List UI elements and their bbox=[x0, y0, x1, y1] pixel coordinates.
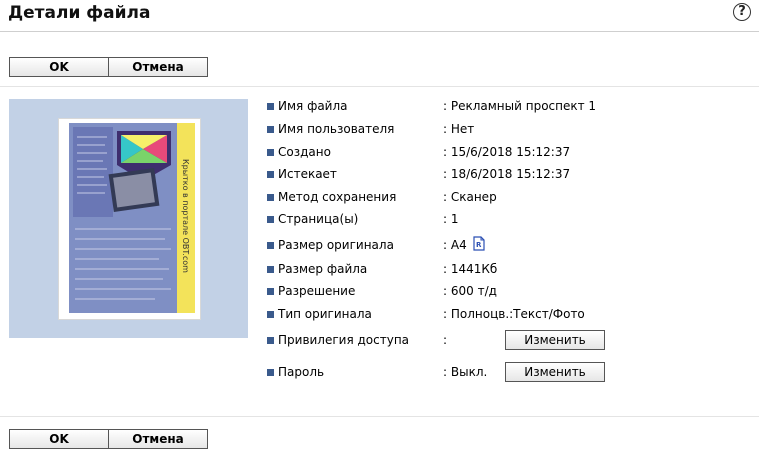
detail-row-user-name: Имя пользователя : Нет bbox=[267, 122, 474, 136]
detail-label: Метод сохранения bbox=[278, 190, 397, 204]
bullet-icon bbox=[267, 368, 274, 376]
detail-value: : Нет bbox=[443, 122, 475, 136]
detail-row-password: Пароль : Выкл. bbox=[267, 365, 487, 379]
svg-text:R: R bbox=[476, 241, 482, 249]
bullet-icon bbox=[267, 215, 274, 223]
change-access-button[interactable]: Изменить bbox=[505, 330, 605, 350]
bullet-icon bbox=[267, 193, 274, 201]
bottom-divider bbox=[0, 416, 759, 417]
detail-row-resolution: Разрешение : 600 т/д bbox=[267, 284, 497, 298]
bullet-icon bbox=[267, 125, 274, 133]
detail-value: : Сканер bbox=[443, 190, 497, 204]
detail-label: Имя файла bbox=[278, 99, 348, 113]
bullet-icon bbox=[267, 265, 274, 273]
detail-row-original-size: Размер оригинала : A4 R bbox=[267, 236, 485, 254]
detail-label: Страница(ы) bbox=[278, 212, 359, 226]
detail-row-file-name: Имя файла : Рекламный проспект 1 bbox=[267, 99, 596, 113]
detail-row-file-size: Размер файла : 1441Кб bbox=[267, 262, 497, 276]
detail-value: : Рекламный проспект 1 bbox=[443, 99, 597, 113]
top-divider bbox=[0, 31, 759, 32]
bullet-icon bbox=[267, 170, 274, 178]
ok-button[interactable]: OK bbox=[9, 429, 109, 449]
detail-value: : 1 bbox=[443, 212, 459, 226]
detail-label: Пароль bbox=[278, 365, 325, 379]
cancel-button[interactable]: Отмена bbox=[108, 57, 208, 77]
bullet-icon bbox=[267, 241, 274, 249]
detail-row-created: Создано : 15/6/2018 15:12:37 bbox=[267, 145, 570, 159]
detail-value: : 1441Кб bbox=[443, 262, 498, 276]
bullet-icon bbox=[267, 148, 274, 156]
portrait-document-icon: R bbox=[473, 236, 485, 254]
thumbnail-image: Крытко в портале OBT.com bbox=[59, 119, 200, 319]
bottom-button-bar: OK Отмена bbox=[9, 429, 208, 449]
section-divider bbox=[0, 86, 759, 87]
change-password-button[interactable]: Изменить bbox=[505, 362, 605, 382]
detail-value: : Полноцв.:Текст/Фото bbox=[443, 307, 585, 321]
bullet-icon bbox=[267, 336, 274, 344]
page-thumbnail: Крытко в портале OBT.com bbox=[58, 118, 201, 320]
detail-value: : 15/6/2018 15:12:37 bbox=[443, 145, 571, 159]
detail-label: Создано bbox=[278, 145, 331, 159]
bullet-icon bbox=[267, 287, 274, 295]
detail-value: : bbox=[443, 333, 448, 347]
detail-value: : Выкл. bbox=[443, 365, 488, 379]
top-button-bar: OK Отмена bbox=[9, 57, 208, 77]
detail-row-original-type: Тип оригинала : Полноцв.:Текст/Фото bbox=[267, 307, 585, 321]
detail-label: Размер оригинала bbox=[278, 238, 394, 252]
page-title: Детали файла bbox=[8, 3, 151, 23]
bullet-icon bbox=[267, 102, 274, 110]
detail-label: Имя пользователя bbox=[278, 122, 395, 136]
detail-label: Размер файла bbox=[278, 262, 368, 276]
detail-label: Тип оригинала bbox=[278, 307, 372, 321]
detail-value: : A4 bbox=[443, 238, 467, 252]
detail-row-pages: Страница(ы) : 1 bbox=[267, 212, 459, 226]
detail-row-expires: Истекает : 18/6/2018 15:12:37 bbox=[267, 167, 570, 181]
detail-row-save-method: Метод сохранения : Сканер bbox=[267, 190, 497, 204]
detail-row-access-privilege: Привилегия доступа : bbox=[267, 333, 447, 347]
thumbnail-caption: Крытко в портале OBT.com bbox=[181, 159, 190, 273]
cancel-button[interactable]: Отмена bbox=[108, 429, 208, 449]
detail-value: : 18/6/2018 15:12:37 bbox=[443, 167, 571, 181]
detail-value: : 600 т/д bbox=[443, 284, 497, 298]
ok-button[interactable]: OK bbox=[9, 57, 109, 77]
detail-label: Привилегия доступа bbox=[278, 333, 410, 347]
help-icon[interactable]: ? bbox=[733, 3, 751, 21]
detail-label: Истекает bbox=[278, 167, 337, 181]
bullet-icon bbox=[267, 310, 274, 318]
document-preview: Крытко в портале OBT.com bbox=[9, 99, 248, 338]
detail-label: Разрешение bbox=[278, 284, 356, 298]
